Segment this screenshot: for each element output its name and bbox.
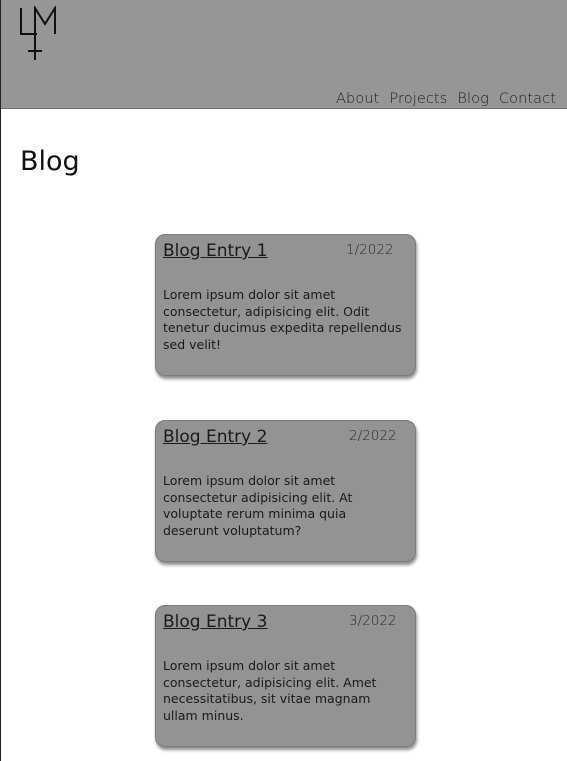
blog-entry-excerpt: Lorem ipsum dolor sit amet consectetur, … [163,658,377,723]
blog-entry-card: Blog Entry 3 3/2022 Lorem ipsum dolor si… [155,605,416,747]
blog-entry-date: 1/2022 [346,242,394,258]
site-header: About Projects Blog Contact [1,0,567,109]
page-title: Blog [20,146,80,177]
blog-entry-date: 2/2022 [349,428,397,444]
blog-entry-card: Blog Entry 2 2/2022 Lorem ipsum dolor si… [155,420,416,562]
page: About Projects Blog Contact Blog Blog En… [0,0,567,761]
blog-entry-title-link[interactable]: Blog Entry 1 [163,241,267,261]
blog-entry-card: Blog Entry 1 1/2022 Lorem ipsum dolor si… [155,234,416,376]
blog-entry-excerpt: Lorem ipsum dolor sit amet consectetur a… [163,473,353,538]
blog-entry-title-link[interactable]: Blog Entry 3 [163,612,267,632]
blog-entry-date: 3/2022 [349,613,397,629]
nav-projects-link[interactable]: Projects [389,91,447,107]
blog-entry-excerpt: Lorem ipsum dolor sit amet consectetur, … [163,287,402,352]
nav-contact-link[interactable]: Contact [499,91,556,107]
nav-about-link[interactable]: About [336,91,379,107]
lm-logo-icon[interactable] [19,4,59,62]
main-nav: About Projects Blog Contact [326,91,556,107]
blog-entry-title-link[interactable]: Blog Entry 2 [163,427,267,447]
nav-blog-link[interactable]: Blog [457,91,489,107]
